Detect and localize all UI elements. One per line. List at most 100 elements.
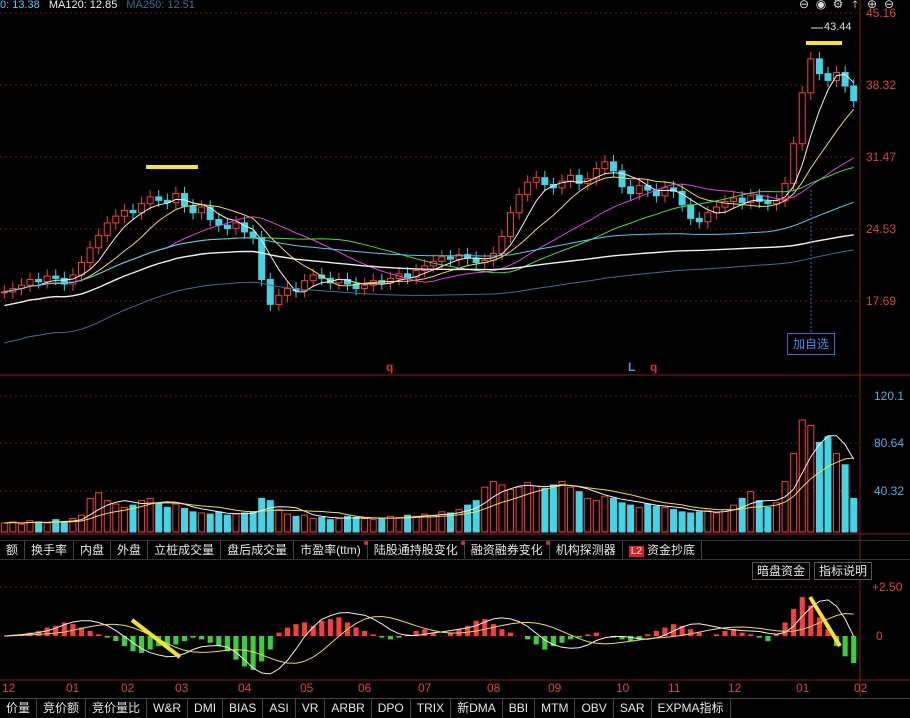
event-marker[interactable]: q: [386, 360, 393, 374]
tab-amount[interactable]: 额: [0, 541, 26, 559]
candle-body: [541, 177, 549, 185]
candle-body: [43, 275, 51, 283]
macd-panel[interactable]: [4, 597, 857, 675]
candle-body: [850, 85, 858, 102]
price-panel[interactable]: [0, 52, 858, 344]
volume-bar: [609, 497, 617, 533]
lock-icon[interactable]: ⊖: [797, 0, 811, 11]
tab-inner[interactable]: 内盘: [74, 541, 112, 559]
btab-arbr[interactable]: ARBR: [325, 699, 372, 718]
ma-legend-item: 0: 13.38: [0, 0, 40, 11]
month-label: 02: [121, 681, 135, 695]
indicator-tabs: 额 换手率 内盘 外盘 立桩成交量 盘后成交量 市盈率(ttm) 陆股通持股变化…: [0, 540, 910, 560]
volume-bar: [429, 514, 437, 533]
candle-body: [86, 247, 94, 264]
candle-body: [446, 256, 454, 260]
kline-chart-area[interactable]: [0, 0, 910, 718]
month-label: 03: [175, 681, 189, 695]
volume-bar: [661, 506, 669, 533]
candle-body: [738, 197, 746, 204]
volume-bar: [687, 512, 695, 533]
volume-bar: [695, 511, 703, 533]
volume-bar: [326, 519, 334, 533]
btab-dmi[interactable]: DMI: [188, 699, 224, 718]
candle-body: [627, 186, 635, 195]
grid-lines: [0, 0, 910, 697]
btab-wr[interactable]: W&R: [147, 699, 189, 718]
volume-bar: [60, 521, 68, 533]
tab-bottom-fishing[interactable]: L2 资金抄底: [623, 541, 702, 559]
btab-sar[interactable]: SAR: [614, 699, 652, 718]
volume-bar: [0, 522, 8, 533]
volume-bar: [232, 513, 240, 533]
btab-bbi[interactable]: BBI: [503, 699, 536, 718]
tab-institution-detector[interactable]: 机构探测器: [550, 541, 623, 559]
volume-bar: [635, 506, 643, 533]
tab-pe-ttm[interactable]: 市盈率(ttm): [294, 541, 368, 559]
volume-bar: [309, 518, 317, 533]
candle-body: [215, 219, 223, 226]
tab-outer[interactable]: 外盘: [111, 541, 149, 559]
price-axis-label: 24.53: [866, 222, 897, 236]
dark-pool-button[interactable]: 暗盘资金: [751, 562, 810, 580]
btab-asi[interactable]: ASI: [263, 699, 296, 718]
volume-bar: [163, 506, 171, 533]
btab-price-volume[interactable]: 价量: [0, 699, 38, 718]
volume-bar: [721, 509, 729, 533]
volume-bar: [627, 504, 635, 533]
tab-label: 市盈率(ttm): [300, 543, 361, 557]
btab-dpo[interactable]: DPO: [372, 699, 411, 718]
candle-body: [730, 197, 738, 202]
candle-body: [815, 58, 823, 75]
month-label: 12: [728, 681, 742, 695]
month-label: 10: [616, 681, 630, 695]
volume-bar: [558, 481, 566, 533]
btab-vr[interactable]: VR: [296, 699, 326, 718]
tab-after-hours-volume[interactable]: 盘后成交量: [221, 541, 295, 559]
tab-margin[interactable]: 融资融券变化: [465, 541, 550, 559]
candle-body: [155, 196, 163, 201]
btab-mtm[interactable]: MTM: [535, 699, 576, 718]
btab-bid-volume-ratio[interactable]: 竞价量比: [86, 699, 148, 718]
price-axis-label: 17.69: [866, 294, 897, 308]
indicator-help-button[interactable]: 指标说明: [813, 562, 872, 580]
tab-pile-volume[interactable]: 立桩成交量: [148, 541, 222, 559]
month-label: 04: [238, 681, 252, 695]
candle-body: [524, 181, 532, 196]
btab-expma[interactable]: EXPMA指标: [652, 699, 731, 718]
event-marker[interactable]: q: [650, 360, 657, 374]
volume-bar: [352, 516, 360, 533]
candle-body: [601, 161, 609, 170]
tab-hk-connect[interactable]: 陆股通持股变化: [368, 541, 465, 559]
btab-obv[interactable]: OBV: [575, 699, 614, 718]
volume-bar: [704, 510, 712, 533]
tab-turnover[interactable]: 换手率: [25, 541, 75, 559]
candle-body: [824, 73, 832, 81]
add-favorite-button[interactable]: 加自选: [787, 333, 835, 355]
candle-body: [249, 231, 257, 239]
event-marker[interactable]: L: [628, 360, 635, 374]
candle-body: [567, 174, 575, 182]
volume-panel[interactable]: [0, 419, 858, 533]
candle-body: [266, 279, 274, 305]
volume-bar: [223, 514, 231, 533]
candle-body: [309, 274, 317, 282]
volume-bar: [198, 512, 206, 533]
volume-bar: [378, 518, 386, 533]
collapse-icon[interactable]: ⤒: [848, 0, 862, 11]
ma10-line: [4, 108, 855, 293]
volume-bar: [464, 504, 472, 533]
btab-trix[interactable]: TRIX: [411, 699, 452, 718]
btab-new-dma[interactable]: 新DMA: [451, 699, 503, 718]
volume-bar: [17, 523, 25, 533]
tab-label: 陆股通持股变化: [373, 543, 458, 557]
btab-bias[interactable]: BIAS: [223, 699, 264, 718]
candle-body: [129, 209, 137, 214]
volume-bar: [472, 500, 480, 533]
month-label: 07: [418, 681, 432, 695]
btab-bid-amount[interactable]: 竞价额: [37, 699, 87, 718]
volume-bar: [138, 500, 146, 533]
eye-icon[interactable]: ◉: [814, 0, 828, 11]
candle-body: [146, 196, 154, 205]
settings-icon[interactable]: ⚙: [831, 0, 845, 11]
